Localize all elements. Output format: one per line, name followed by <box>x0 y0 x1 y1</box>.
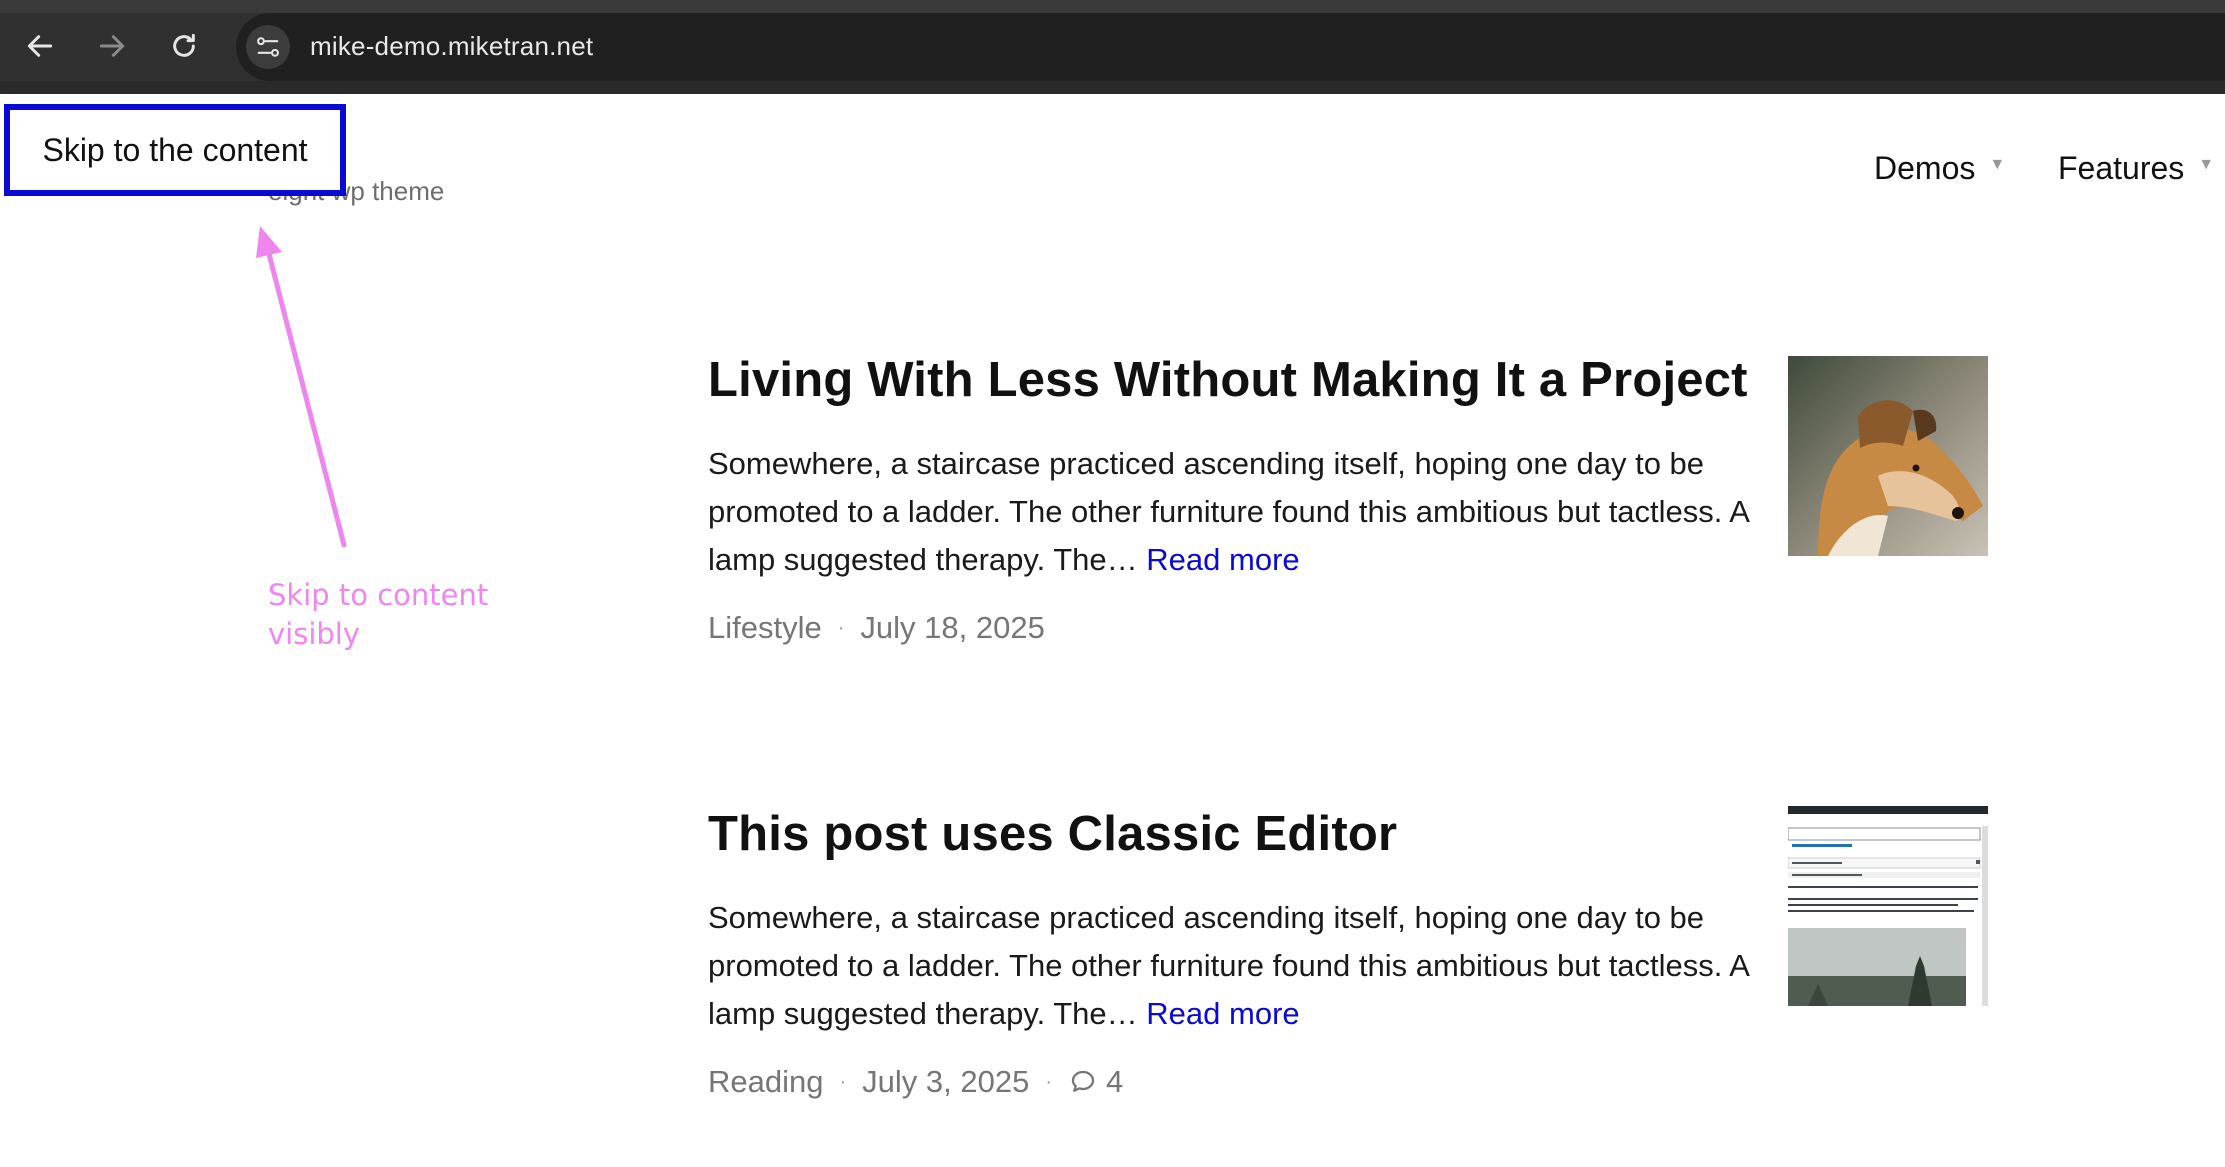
comment-icon <box>1071 1070 1095 1092</box>
reload-icon <box>173 33 195 57</box>
post-category[interactable]: Lifestyle <box>708 610 822 646</box>
read-more-link[interactable]: Read more <box>1146 542 1299 577</box>
post-excerpt: Somewhere, a staircase practiced ascendi… <box>708 894 1758 1038</box>
comments-link[interactable]: 4 <box>1068 1064 1123 1100</box>
caret-down-icon: ▼ <box>2198 155 2215 173</box>
site-info-button[interactable] <box>246 25 290 69</box>
site-info-icon <box>257 37 279 57</box>
address-bar[interactable]: mike-demo.miketran.net <box>236 13 2225 81</box>
meta-separator: · <box>839 1070 847 1093</box>
post-category[interactable]: Reading <box>708 1064 823 1100</box>
comment-count: 4 <box>1106 1064 1124 1099</box>
caret-down-icon: ▼ <box>1989 155 2006 173</box>
meta-separator: · <box>1045 1070 1052 1093</box>
post-meta: Reading · July 3, 2025 · 4 <box>708 1064 1123 1100</box>
menu-item-demos[interactable]: Demos ▼ <box>1874 150 2005 187</box>
post-meta: Lifestyle · July 18, 2025 <box>708 610 1045 646</box>
back-button[interactable] <box>18 24 62 68</box>
menu-item-label: Demos <box>1874 150 1976 186</box>
read-more-link[interactable]: Read more <box>1146 996 1299 1031</box>
menu-item-features[interactable]: Features ▼ <box>2058 150 2214 187</box>
post-thumbnail-editor-screenshot[interactable] <box>1788 806 1988 1006</box>
browser-toolbar: mike-demo.miketran.net <box>0 0 2225 94</box>
forward-button[interactable] <box>90 24 134 68</box>
post-date[interactable]: July 18, 2025 <box>860 610 1044 646</box>
toolbar-edge <box>0 81 2225 94</box>
post-date[interactable]: July 3, 2025 <box>862 1064 1029 1100</box>
back-icon <box>27 35 53 57</box>
skip-to-content-link[interactable]: Skip to the content <box>4 104 346 196</box>
reload-button[interactable] <box>162 24 206 68</box>
tab-strip-edge <box>0 0 2225 13</box>
meta-separator: · <box>837 616 845 639</box>
forward-icon <box>99 35 125 57</box>
url-text[interactable]: mike-demo.miketran.net <box>310 31 593 62</box>
post-excerpt: Somewhere, a staircase practiced ascendi… <box>708 440 1758 584</box>
post-thumbnail-dog[interactable] <box>1788 356 1988 556</box>
annotation-note: Skip to content visibly <box>268 578 489 651</box>
menu-item-label: Features <box>2058 150 2185 186</box>
